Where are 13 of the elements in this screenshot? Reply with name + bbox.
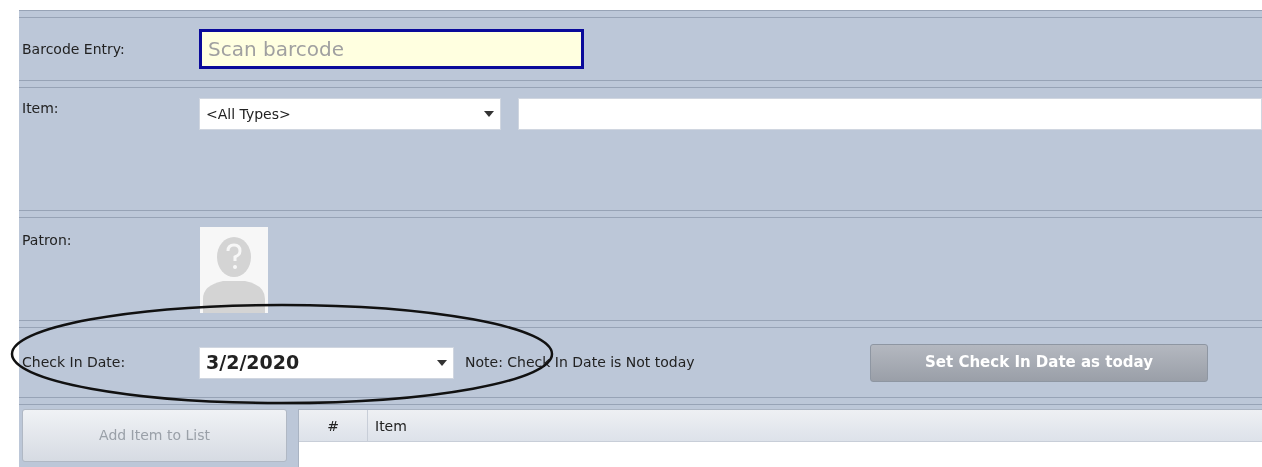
unknown-person-icon <box>200 227 268 313</box>
field-label: Barcode Entry: <box>21 39 126 59</box>
barcode-field[interactable]: Scan barcode <box>199 29 584 69</box>
item-type-dropdown[interactable]: <All Types> <box>199 98 501 130</box>
dropdown-arrow-icon <box>437 359 447 366</box>
field-label: Patron: <box>21 231 73 250</box>
field-label: Check In Date: <box>21 353 127 372</box>
item-search-field[interactable] <box>518 98 1262 130</box>
column-header[interactable]: # <box>299 410 368 441</box>
dropdown-arrow-icon <box>484 111 494 117</box>
field-label: Item: <box>21 99 60 118</box>
column-header[interactable]: Item <box>368 410 1262 441</box>
check-in-date-dropdown[interactable]: 3/2/2020 <box>199 346 454 379</box>
